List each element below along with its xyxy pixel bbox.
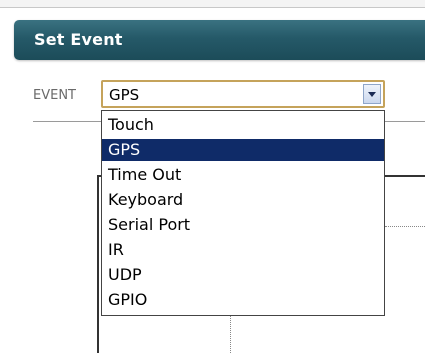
event-label: EVENT	[33, 88, 76, 103]
page-title: Set Event	[34, 30, 123, 49]
event-select[interactable]: GPS	[101, 80, 385, 108]
dotted-guide-horizontal	[385, 226, 425, 227]
event-option-gpio[interactable]: GPIO	[102, 289, 384, 311]
event-option-gps[interactable]: GPS	[102, 139, 384, 161]
event-option-keyboard[interactable]: Keyboard	[102, 189, 384, 211]
top-rule	[0, 0, 425, 8]
header-bar: Set Event	[14, 20, 425, 60]
event-dropdown-list: Touch GPS Time Out Keyboard Serial Port …	[101, 110, 385, 316]
event-option-touch[interactable]: Touch	[102, 114, 384, 136]
event-option-ir[interactable]: IR	[102, 239, 384, 261]
dotted-guide-vertical	[230, 312, 231, 353]
event-option-udp[interactable]: UDP	[102, 264, 384, 286]
event-option-serial-port[interactable]: Serial Port	[102, 214, 384, 236]
chevron-down-icon[interactable]	[363, 84, 381, 104]
set-event-screen: Set Event EVENT GPS Touch GPS Time Out K…	[0, 0, 425, 353]
event-select-value: GPS	[109, 86, 140, 104]
event-option-time-out[interactable]: Time Out	[102, 164, 384, 186]
